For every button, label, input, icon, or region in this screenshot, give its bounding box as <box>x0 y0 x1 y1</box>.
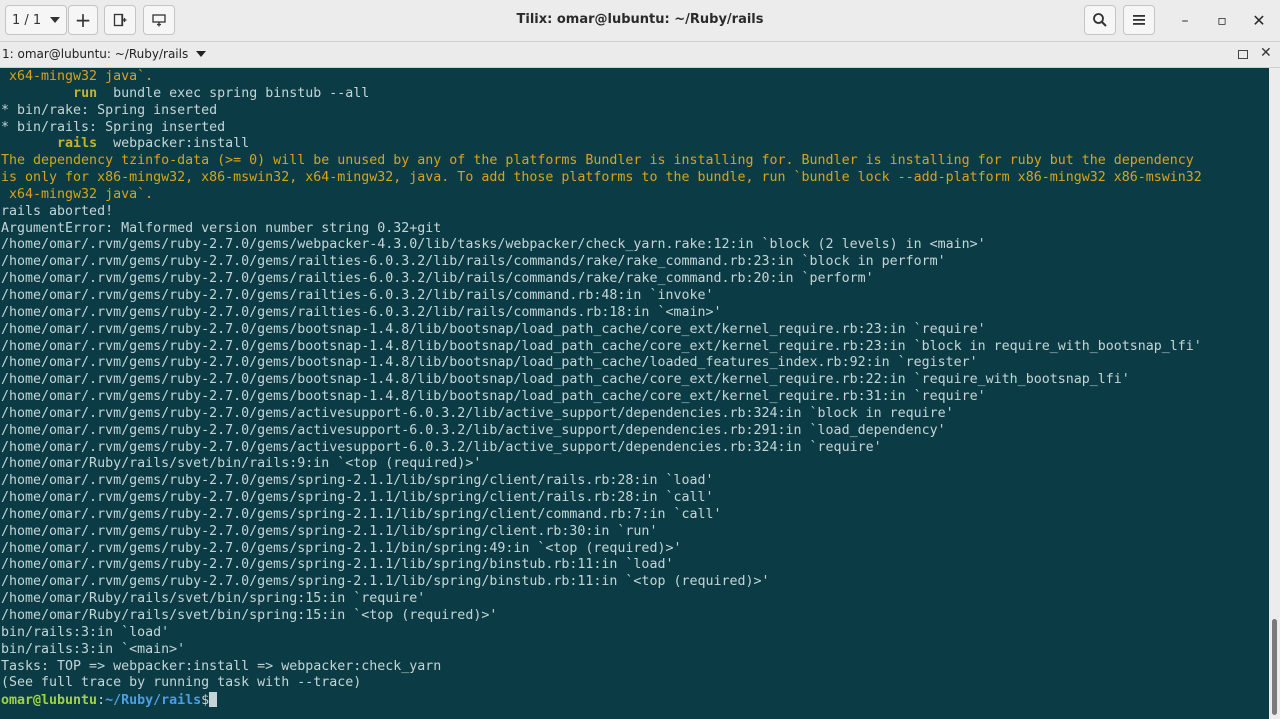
terminal-output[interactable]: x64-mingw32 java`. run bundle exec sprin… <box>0 68 1269 719</box>
menu-button[interactable] <box>1123 5 1155 35</box>
terminal-line: /home/omar/.rvm/gems/ruby-2.7.0/gems/spr… <box>1 473 714 489</box>
shell-prompt: omar@lubuntu:~/Ruby/rails$ <box>0 692 1269 709</box>
minimize-icon: – <box>1181 13 1189 29</box>
generator-action-text: webpacker:install <box>97 136 250 152</box>
terminal-line: (See full trace by running task with --t… <box>1 675 362 691</box>
generator-action-text: bundle exec spring binstub --all <box>97 85 370 101</box>
terminal-line: ArgumentError: Malformed version number … <box>1 220 442 236</box>
terminal-line: /home/omar/.rvm/gems/ruby-2.7.0/gems/boo… <box>1 321 986 337</box>
terminal-line: /home/omar/.rvm/gems/ruby-2.7.0/gems/act… <box>1 422 946 438</box>
terminal-line: The dependency tzinfo-data (>= 0) will b… <box>1 153 1194 169</box>
terminal-maximize-icon[interactable] <box>1238 50 1248 59</box>
terminal-title: 1: omar@lubuntu: ~/Ruby/rails <box>2 47 189 61</box>
terminal-title-bar: 1: omar@lubuntu: ~/Ruby/rails ✕ <box>0 42 1280 68</box>
terminal-lines: x64-mingw32 java`. run bundle exec sprin… <box>0 68 1269 709</box>
prompt-user-host: omar@lubuntu <box>1 693 98 709</box>
terminal-line: /home/omar/.rvm/gems/ruby-2.7.0/gems/spr… <box>1 540 682 556</box>
prompt-symbol: $ <box>201 693 210 709</box>
terminal-line: * bin/rails: Spring inserted <box>1 119 226 135</box>
terminal-line: /home/omar/.rvm/gems/ruby-2.7.0/gems/rai… <box>1 287 714 303</box>
generator-action-keyword: rails <box>57 136 98 152</box>
terminal-line: bin/rails:3:in `load' <box>1 624 170 640</box>
search-icon <box>1093 13 1107 27</box>
terminal-line: * bin/rake: Spring inserted <box>1 102 218 118</box>
terminal-line: /home/omar/.rvm/gems/ruby-2.7.0/gems/spr… <box>1 490 714 506</box>
close-button[interactable]: ✕ <box>1249 12 1269 30</box>
terminal-close-icon[interactable]: ✕ <box>1260 45 1272 61</box>
terminal-line: /home/omar/.rvm/gems/ruby-2.7.0/gems/boo… <box>1 355 978 371</box>
terminal-line: /home/omar/.rvm/gems/ruby-2.7.0/gems/boo… <box>1 338 1202 354</box>
terminal-line: /home/omar/.rvm/gems/ruby-2.7.0/gems/rai… <box>1 254 946 270</box>
terminal-line: /home/omar/.rvm/gems/ruby-2.7.0/gems/spr… <box>1 506 722 522</box>
minimize-button[interactable]: – <box>1175 12 1195 30</box>
terminal-line: x64-mingw32 java`. <box>1 69 154 84</box>
terminal-line: /home/omar/.rvm/gems/ruby-2.7.0/gems/act… <box>1 405 954 421</box>
terminal-line: Tasks: TOP => webpacker:install => webpa… <box>1 658 442 674</box>
terminal-line: /home/omar/Ruby/rails/svet/bin/rails:9:i… <box>1 456 482 472</box>
terminal-line: /home/omar/.rvm/gems/ruby-2.7.0/gems/rai… <box>1 304 722 320</box>
terminal-title-menu[interactable]: 1: omar@lubuntu: ~/Ruby/rails <box>2 47 207 61</box>
chevron-down-icon <box>196 51 207 57</box>
prompt-separator: : <box>97 693 106 709</box>
terminal-line: rails webpacker:install <box>0 136 1269 153</box>
scrollbar[interactable] <box>1269 68 1280 719</box>
header-bar: 1 / 1 + Tilix: omar@lubuntu: ~/Ruby/rail… <box>0 0 1280 42</box>
terminal-line: /home/omar/.rvm/gems/ruby-2.7.0/gems/act… <box>1 439 882 455</box>
terminal-line: /home/omar/.rvm/gems/ruby-2.7.0/gems/boo… <box>1 389 986 405</box>
terminal-line: /home/omar/.rvm/gems/ruby-2.7.0/gems/web… <box>1 237 986 253</box>
generator-action-keyword: run <box>73 85 98 101</box>
terminal-line: /home/omar/.rvm/gems/ruby-2.7.0/gems/spr… <box>1 523 658 539</box>
hamburger-menu-icon <box>1133 15 1145 25</box>
terminal-line: /home/omar/Ruby/rails/svet/bin/spring:15… <box>1 591 426 607</box>
terminal-line: bin/rails:3:in `<main>' <box>1 641 186 657</box>
terminal-line: /home/omar/Ruby/rails/svet/bin/spring:15… <box>1 608 498 623</box>
terminal-line: /home/omar/.rvm/gems/ruby-2.7.0/gems/spr… <box>1 557 674 573</box>
terminal-line: /home/omar/.rvm/gems/ruby-2.7.0/gems/rai… <box>1 271 874 287</box>
terminal-line: /home/omar/.rvm/gems/ruby-2.7.0/gems/spr… <box>1 574 770 590</box>
scrollbar-thumb[interactable] <box>1272 619 1277 715</box>
prompt-path: ~/Ruby/rails <box>105 693 202 709</box>
terminal-line: /home/omar/.rvm/gems/ruby-2.7.0/gems/boo… <box>1 372 1130 388</box>
close-icon: ✕ <box>1252 11 1266 30</box>
maximize-icon: ▫ <box>1217 13 1227 29</box>
search-button[interactable] <box>1084 5 1116 35</box>
terminal-line: rails aborted! <box>1 203 114 219</box>
maximize-button[interactable]: ▫ <box>1212 12 1232 30</box>
text-cursor <box>209 692 218 708</box>
terminal-line: run bundle exec spring binstub --all <box>0 86 1269 103</box>
terminal-line: x64-mingw32 java`. <box>1 186 154 202</box>
terminal-line: is only for x86-mingw32, x86-mswin32, x6… <box>1 170 1202 186</box>
